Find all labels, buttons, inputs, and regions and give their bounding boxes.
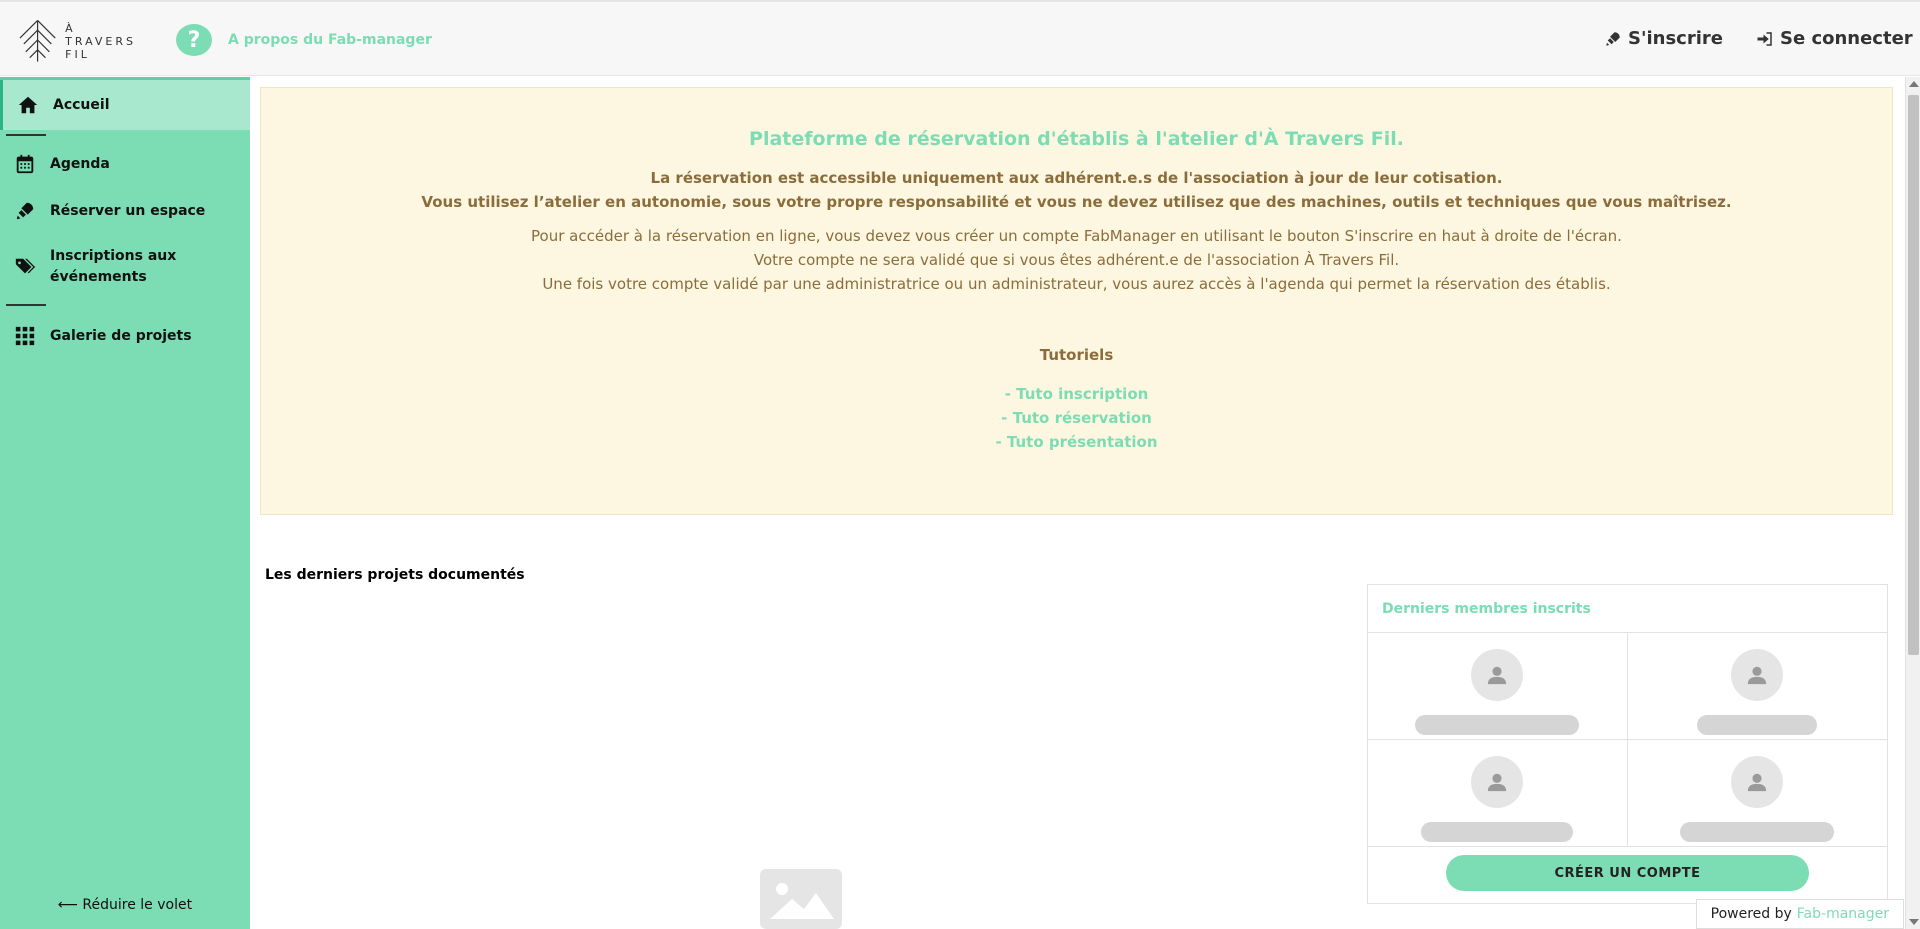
rocket-icon <box>1606 31 1620 46</box>
logo[interactable]: À TRAVERS FIL <box>16 16 136 66</box>
member-name-placeholder <box>1680 822 1835 842</box>
notice-line: Vous utilisez l’atelier en autonomie, so… <box>421 193 1732 211</box>
tuto-inscription-link[interactable]: - Tuto inscription <box>1005 385 1149 403</box>
scroll-up-arrow-icon[interactable] <box>1909 81 1919 87</box>
avatar <box>1471 649 1524 701</box>
avatar <box>1731 756 1784 808</box>
signup-button[interactable]: S'inscrire <box>1604 28 1723 49</box>
member-card[interactable] <box>1368 740 1628 847</box>
logo-text: À TRAVERS FIL <box>65 22 136 61</box>
collapse-sidebar-button[interactable]: ⟵ Réduire le volet <box>0 897 250 913</box>
login-label: Se connecter <box>1780 28 1913 49</box>
latest-members-panel: Derniers membres inscrits CRÉER UN COMPT… <box>1367 584 1888 904</box>
notice-line: La réservation est accessible uniquement… <box>650 169 1503 187</box>
info-line: Une fois votre compte validé par une adm… <box>542 275 1611 293</box>
signup-label: S'inscrire <box>1628 28 1723 49</box>
logo-line-3: FIL <box>65 47 90 61</box>
member-card[interactable] <box>1368 633 1628 740</box>
sidebar-item-label: Inscriptions aux événements <box>50 248 177 285</box>
grid-icon <box>15 326 35 346</box>
image-icon <box>770 883 834 919</box>
projects-heading: Les derniers projets documentés <box>265 567 525 583</box>
avatar <box>1471 756 1524 808</box>
user-icon <box>1488 666 1507 685</box>
members-grid <box>1368 633 1887 847</box>
user-icon <box>1748 666 1767 685</box>
sign-in-icon <box>1757 31 1772 46</box>
page-title: Plateforme de réservation d'établis à l'… <box>749 128 1404 150</box>
member-card[interactable] <box>1627 740 1887 847</box>
about-link[interactable]: ? A propos du Fab-manager <box>176 24 432 56</box>
tree-logo-icon <box>19 19 56 62</box>
question-icon: ? <box>176 24 212 56</box>
member-card[interactable] <box>1627 633 1887 740</box>
member-name-placeholder <box>1421 822 1574 842</box>
welcome-panel: Plateforme de réservation d'établis à l'… <box>260 87 1893 515</box>
info-line: Pour accéder à la réservation en ligne, … <box>531 227 1622 245</box>
login-button[interactable]: Se connecter <box>1756 28 1913 49</box>
tuto-reservation-link[interactable]: - Tuto réservation <box>1001 409 1152 427</box>
powered-by-badge: Powered by Fab-manager <box>1695 899 1904 929</box>
sidebar-item-agenda[interactable]: Agenda <box>0 136 250 192</box>
member-name-placeholder <box>1415 715 1580 735</box>
avatar <box>1731 649 1784 701</box>
fab-manager-link[interactable]: Fab-manager <box>1797 906 1889 922</box>
sidebar-item-label: Accueil <box>53 97 110 113</box>
sidebar-item-galerie[interactable]: Galerie de projets <box>0 306 250 366</box>
info-line: Votre compte ne sera validé que si vous … <box>753 251 1400 269</box>
members-heading: Derniers membres inscrits <box>1368 585 1887 633</box>
create-account-button[interactable]: CRÉER UN COMPTE <box>1446 855 1809 891</box>
scroll-down-arrow-icon[interactable] <box>1909 919 1919 925</box>
sidebar-item-label: Réserver un espace <box>50 203 206 219</box>
sidebar-item-label: Agenda <box>50 156 110 172</box>
powered-by-label: Powered by <box>1710 906 1792 922</box>
sidebar-item-label: Galerie de projets <box>50 328 192 344</box>
scroll-thumb[interactable] <box>1908 95 1919 655</box>
logo-line-2: TRAVERS <box>65 34 136 48</box>
home-icon <box>18 96 38 114</box>
top-bar: À TRAVERS FIL ? A propos du Fab-manager … <box>0 0 1920 76</box>
tags-icon <box>15 258 36 274</box>
user-icon <box>1748 773 1767 792</box>
user-icon <box>1488 773 1507 792</box>
rocket-icon <box>16 202 34 220</box>
collapse-label: ⟵ Réduire le volet <box>57 897 193 913</box>
page-scrollbar[interactable] <box>1905 77 1920 929</box>
member-name-placeholder <box>1697 715 1818 735</box>
sidebar: Accueil Agenda Réserver un espace Inscri… <box>0 77 250 929</box>
sidebar-item-events[interactable]: Inscriptions aux événements <box>0 230 250 304</box>
logo-line-1: À <box>65 21 76 35</box>
about-label: A propos du Fab-manager <box>228 32 432 48</box>
sidebar-item-accueil[interactable]: Accueil <box>0 80 250 130</box>
sidebar-item-reserver[interactable]: Réserver un espace <box>0 192 250 230</box>
project-image-placeholder[interactable] <box>760 869 842 929</box>
tutorials-heading: Tutoriels <box>1039 346 1114 364</box>
calendar-icon <box>16 154 34 174</box>
main-content: Plateforme de réservation d'établis à l'… <box>250 77 1905 929</box>
tuto-presentation-link[interactable]: - Tuto présentation <box>995 433 1157 451</box>
